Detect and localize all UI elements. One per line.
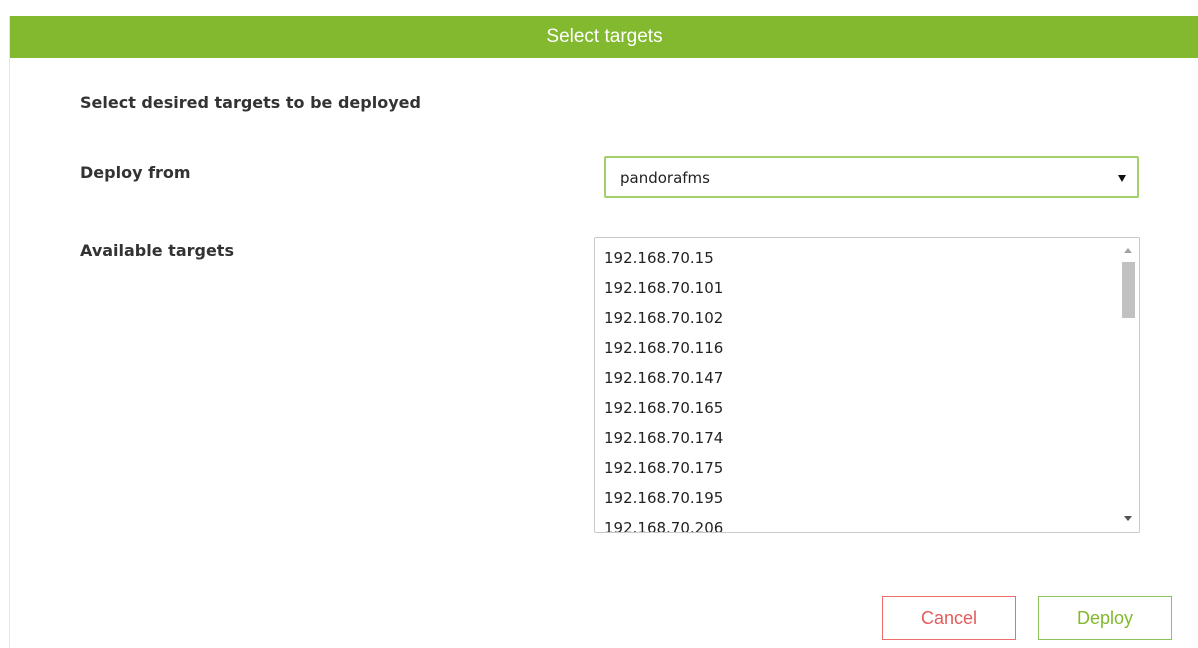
target-option[interactable]: 192.168.70.174 (595, 423, 1117, 453)
cancel-button[interactable]: Cancel (882, 596, 1016, 640)
scroll-up-arrow-icon[interactable] (1124, 248, 1132, 253)
target-option[interactable]: 192.168.70.175 (595, 453, 1117, 483)
target-option[interactable]: 192.168.70.195 (595, 483, 1117, 513)
dialog-title: Select targets (10, 16, 1198, 58)
target-option[interactable]: 192.168.70.15 (595, 243, 1117, 273)
scroll-down-arrow-icon[interactable] (1124, 516, 1132, 521)
target-option[interactable]: 192.168.70.165 (595, 393, 1117, 423)
listbox-scrollbar[interactable] (1118, 238, 1139, 532)
target-option[interactable]: 192.168.70.102 (595, 303, 1117, 333)
deploy-from-select[interactable]: pandorafms (604, 156, 1139, 198)
target-option[interactable]: 192.168.70.116 (595, 333, 1117, 363)
available-targets-listbox[interactable]: 192.168.70.15 192.168.70.101 192.168.70.… (594, 237, 1140, 533)
target-option[interactable]: 192.168.70.147 (595, 363, 1117, 393)
deploy-from-selected-value: pandorafms (620, 169, 710, 187)
instruction-text: Select desired targets to be deployed (80, 93, 421, 112)
select-targets-dialog: Select targets Select desired targets to… (9, 16, 1198, 648)
target-list: 192.168.70.15 192.168.70.101 192.168.70.… (595, 243, 1117, 532)
scrollbar-thumb[interactable] (1122, 262, 1135, 318)
target-option[interactable]: 192.168.70.101 (595, 273, 1117, 303)
available-targets-label: Available targets (80, 241, 234, 260)
target-option[interactable]: 192.168.70.206 (595, 513, 1117, 532)
caret-down-icon (1118, 175, 1126, 182)
deploy-from-label: Deploy from (80, 163, 191, 182)
deploy-button[interactable]: Deploy (1038, 596, 1172, 640)
